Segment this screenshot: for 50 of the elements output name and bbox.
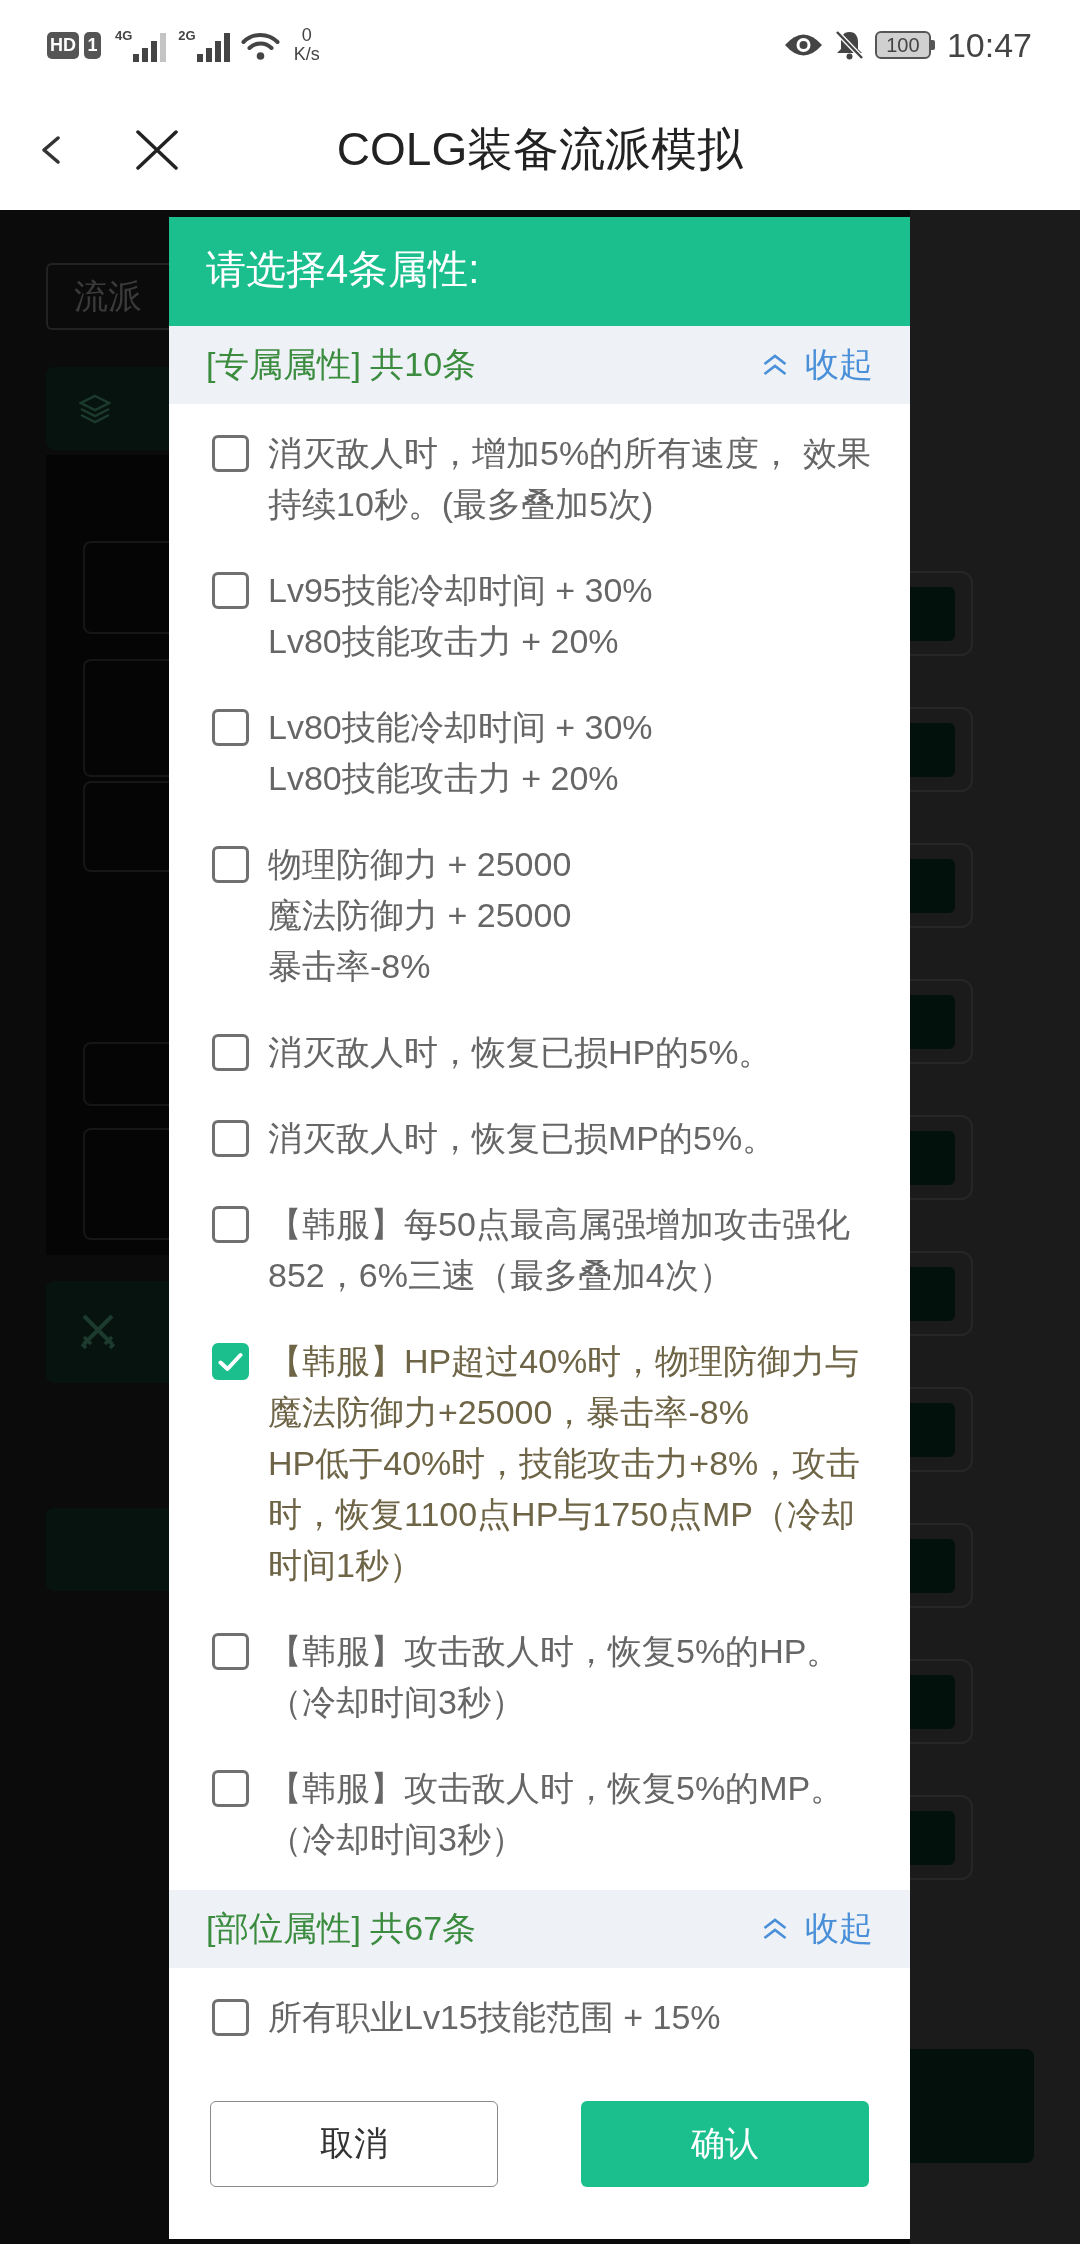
section-title: [专属属性] 共10条 (206, 344, 477, 385)
option-text: 【韩服】每50点最高属强增加攻击强化852，6%三速（最多叠加4次） (268, 1204, 851, 1296)
checkbox[interactable] (212, 1034, 249, 1071)
double-chevron-up-icon (762, 1918, 788, 1940)
option-text: Lv95技能冷却时间 + 30% Lv80技能攻击力 + 20% (268, 570, 654, 662)
status-time: 10:47 (946, 25, 1032, 65)
option-text: Lv80技能冷却时间 + 30% Lv80技能攻击力 + 20% (268, 707, 654, 799)
hd-badge: HD (47, 31, 79, 59)
checkbox[interactable] (212, 1206, 249, 1243)
signal-strength-icon (196, 32, 230, 62)
network-speed-unit: K/s (293, 45, 320, 64)
checkbox[interactable] (212, 1343, 249, 1380)
cancel-button[interactable]: 取消 (210, 2101, 498, 2187)
option-text: 所有职业Lv15技能范围 + 15% (268, 1997, 722, 2038)
confirm-button[interactable]: 确认 (581, 2101, 869, 2187)
eye-icon (783, 33, 823, 57)
option-text: 【韩服】HP超过40%时，物理防御力与魔法防御力+25000，暴击率-8% HP低于40%时，技能攻击力+8%，攻击时，恢复1100点HP与1750点MP（冷却时间1秒） (268, 1341, 862, 1586)
crossed-swords-icon (79, 1313, 117, 1351)
checkbox[interactable] (212, 1770, 249, 1807)
option-text: 消灭敌人时，恢复已损MP的5%。 (268, 1118, 778, 1159)
back-icon[interactable] (40, 136, 61, 164)
network-speed-value: 0 (301, 26, 312, 45)
option-text: 【韩服】攻击敌人时，恢复5%的HP。（冷却时间3秒） (268, 1631, 842, 1723)
signal-strength-icon (133, 32, 167, 62)
layers-icon (79, 393, 111, 424)
battery-indicator: 100 (874, 31, 935, 59)
dialog-title: 请选择4条属性: (206, 246, 480, 293)
network-type-label: 2G (178, 28, 196, 43)
checkmark-icon (218, 1351, 243, 1372)
page-title: COLG装备流派模拟 (336, 122, 744, 177)
muted-bell-icon (833, 30, 865, 60)
collapse-button[interactable]: 收起 (762, 1906, 873, 1952)
checkbox[interactable] (212, 1633, 249, 1670)
checkbox[interactable] (212, 435, 249, 472)
wifi-icon (240, 30, 280, 60)
checkbox[interactable] (212, 846, 249, 883)
close-icon[interactable] (136, 130, 178, 170)
checkbox[interactable] (212, 1999, 249, 2036)
checkbox[interactable] (212, 1120, 249, 1157)
option-text: 消灭敌人时，增加5%的所有速度， 效果持续10秒。(最多叠加5次) (268, 433, 872, 525)
option-text: 【韩服】攻击敌人时，恢复5%的MP。（冷却时间3秒） (268, 1768, 846, 1860)
sim-badge: 1 (84, 31, 101, 59)
double-chevron-up-icon (762, 354, 788, 376)
option-text: 物理防御力 + 25000 魔法防御力 + 25000 暴击率-8% (268, 844, 573, 987)
checkbox[interactable] (212, 572, 249, 609)
collapse-button[interactable]: 收起 (762, 342, 873, 388)
option-text: 消灭敌人时，恢复已损HP的5%。 (268, 1032, 774, 1073)
section-title: [部位属性] 共67条 (206, 1908, 477, 1949)
checkbox[interactable] (212, 709, 249, 746)
network-type-label: 4G (115, 28, 133, 43)
